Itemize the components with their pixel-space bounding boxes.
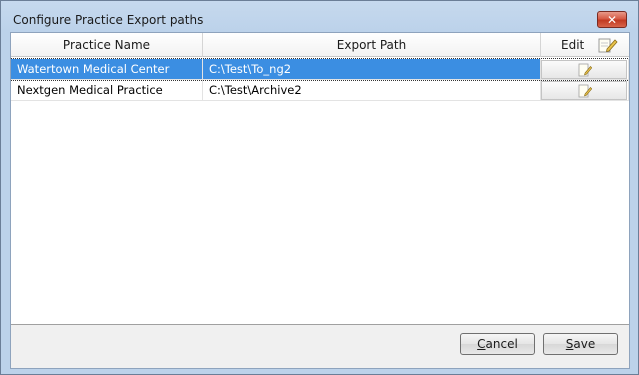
- export-path-cell[interactable]: C:\Test\To_ng2: [203, 59, 541, 80]
- save-label: ave: [573, 337, 596, 351]
- close-icon: ✕: [606, 13, 618, 27]
- cancel-label: ancel: [485, 337, 518, 351]
- edit-cell: [541, 59, 629, 80]
- pencil-edit-icon: [578, 63, 592, 77]
- cancel-mnemonic: C: [477, 337, 486, 351]
- dialog-client-area: Practice Name Export Path Edit Watertown…: [10, 32, 630, 369]
- dialog-window: Configure Practice Export paths ✕ Practi…: [0, 0, 639, 375]
- practice-name-cell[interactable]: Nextgen Medical Practice: [11, 80, 203, 101]
- window-title: Configure Practice Export paths: [13, 13, 204, 27]
- edit-row-button[interactable]: [541, 81, 627, 100]
- edit-row-button[interactable]: [541, 60, 627, 79]
- table-row[interactable]: Watertown Medical Center C:\Test\To_ng2: [11, 58, 629, 81]
- column-header-edit-label: Edit: [561, 38, 585, 52]
- column-header-edit[interactable]: Edit: [541, 33, 629, 57]
- column-header-export-path[interactable]: Export Path: [203, 33, 541, 57]
- edit-all-icon[interactable]: [598, 37, 618, 53]
- pencil-edit-icon: [578, 84, 592, 98]
- cancel-button[interactable]: Cancel: [460, 333, 535, 355]
- table-row[interactable]: Nextgen Medical Practice C:\Test\Archive…: [11, 80, 629, 101]
- practice-name-cell[interactable]: Watertown Medical Center: [11, 59, 203, 80]
- edit-cell: [541, 80, 629, 101]
- practice-grid: Practice Name Export Path Edit Watertown…: [11, 33, 629, 325]
- save-button[interactable]: Save: [543, 333, 618, 355]
- column-header-practice-name[interactable]: Practice Name: [11, 33, 203, 57]
- export-path-cell[interactable]: C:\Test\Archive2: [203, 80, 541, 101]
- close-button[interactable]: ✕: [597, 11, 627, 28]
